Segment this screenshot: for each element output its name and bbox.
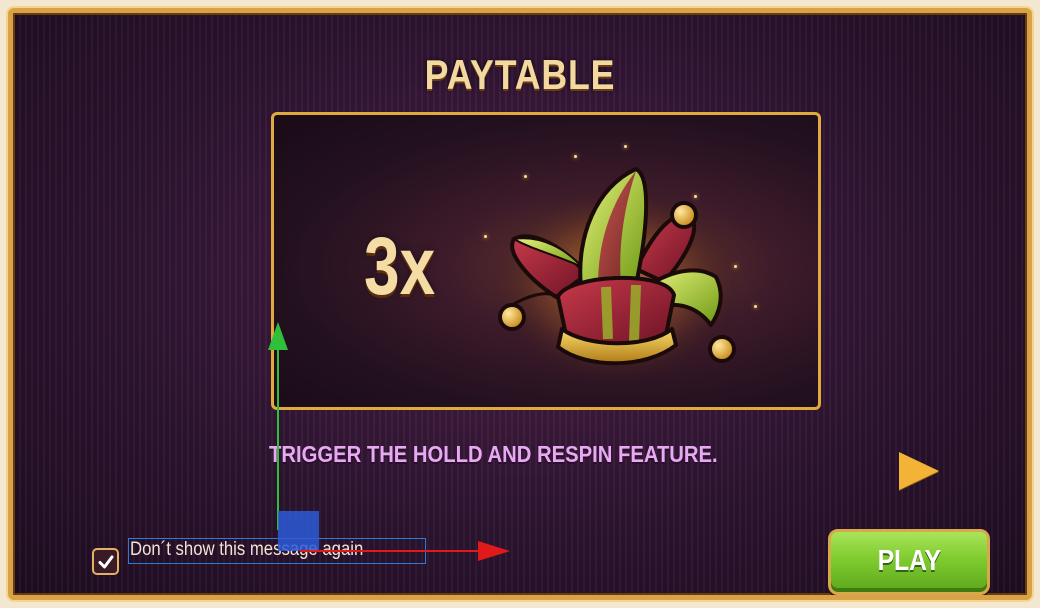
- dont-show-checkbox[interactable]: [92, 548, 119, 575]
- next-page-button[interactable]: [899, 452, 939, 490]
- symbol-panel: 3x: [271, 112, 821, 410]
- dont-show-label[interactable]: Don´t show this message again: [128, 538, 426, 564]
- play-button[interactable]: PLAY: [828, 529, 990, 595]
- play-button-label: PLAY: [877, 545, 941, 577]
- jester-hat-icon: [488, 167, 744, 377]
- feature-description: TRIGGER THE HOLLD AND RESPIN FEATURE.: [269, 441, 718, 467]
- symbol-multiplier: 3x: [364, 221, 436, 312]
- page-title: PAYTABLE: [424, 51, 616, 98]
- paytable-dialog: PAYTABLE 3x TRIGGER THE HOLLD AND RESPIN…: [8, 8, 1032, 600]
- checkmark-icon: [98, 555, 113, 568]
